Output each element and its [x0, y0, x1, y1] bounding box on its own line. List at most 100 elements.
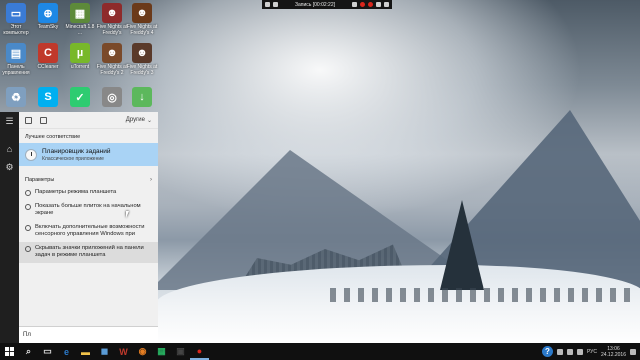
tray-up-arrow-icon[interactable] — [556, 348, 563, 355]
record-icon[interactable] — [368, 2, 373, 7]
desktop-icon-label: Five Nights at Freddy's 3 — [126, 64, 158, 76]
desktop-icon-minecraft[interactable]: ▦ Minecraft 1.8 ... — [64, 0, 96, 36]
start-button[interactable] — [0, 343, 19, 360]
desktop-icon-this-pc[interactable]: ▭ Этот компьютер — [0, 0, 32, 36]
desktop-icon-app4[interactable]: ◎ — [96, 84, 128, 108]
settings-result-text: Скрывать значки приложений на панели зад… — [35, 244, 144, 259]
home-icon[interactable]: ⌂ — [0, 139, 19, 158]
start-menu-strip: ☰ ⌂ ⚙ — [0, 112, 19, 343]
app5-icon: ↓ — [132, 87, 152, 107]
desktop-icon-game1[interactable]: ☻ Five Nights at Freddy's — [96, 0, 128, 36]
desktop-icon-label: Minecraft 1.8 ... — [65, 24, 95, 36]
mouse-cursor-icon — [126, 211, 129, 218]
search-filter-bar: Другие ⌄ — [19, 112, 158, 129]
app-green-icon: ▦ — [157, 346, 166, 356]
clock[interactable]: 13:06 24.12.2016 — [601, 346, 626, 358]
desktop-icon-ccleaner[interactable]: C CCleaner — [32, 40, 64, 70]
skype-top-icon: ⊕ — [38, 3, 58, 23]
desktop-icon-skype[interactable]: S — [32, 84, 64, 108]
game3-icon: ☻ — [102, 43, 122, 63]
game2-icon: ☻ — [132, 3, 152, 23]
desktop-icon-app5[interactable]: ↓ — [126, 84, 158, 108]
desktop-icon-label: Панель управления — [2, 64, 30, 76]
desktop-icon-label: CCleaner — [37, 64, 59, 70]
firefox-icon: ◉ — [138, 346, 147, 356]
help-icon[interactable]: ? — [541, 346, 553, 357]
desktop-icon-skype-top[interactable]: ⊕ TeamSky — [32, 0, 64, 30]
rocks — [330, 288, 630, 302]
taskbar-explorer-button[interactable]: ▬ — [76, 343, 95, 360]
settings-section-header[interactable]: Параметры › — [19, 166, 158, 186]
camera-icon[interactable] — [376, 2, 381, 7]
pause-icon[interactable] — [352, 2, 357, 7]
taskbar-task-view-button[interactable]: ▭ — [38, 343, 57, 360]
language-indicator[interactable]: РУС — [587, 349, 597, 355]
windows-logo-icon — [5, 347, 14, 356]
utorrent-icon: µ — [70, 43, 90, 63]
taskbar-search-button[interactable]: ⌕ — [19, 343, 38, 360]
word-icon: W — [119, 346, 128, 357]
settings-result[interactable]: Параметры режима планшета — [19, 186, 158, 200]
desktop-icon-game2[interactable]: ☻ Five Nights at Freddy's 4 — [126, 0, 158, 36]
settings-result[interactable]: Включать дополнительные возможности сенс… — [19, 221, 158, 242]
taskbar-recorder-button[interactable]: ● — [190, 343, 209, 360]
desktop-icon-label: Five Nights at Freddy's 4 — [126, 24, 158, 36]
settings-result-text: Включать дополнительные возможности сенс… — [35, 223, 145, 238]
taskbar-app-dark-button[interactable]: ▣ — [171, 343, 190, 360]
desktop-icon-game4[interactable]: ☻ Five Nights at Freddy's 3 — [126, 40, 158, 76]
taskbar: ⌕ ▭ e ▬ ◼ W ◉ ▦ ▣ ● ? РУС 13:06 24.12.2016 — [0, 343, 640, 360]
desktop-icon-app3[interactable]: ✓ — [64, 84, 96, 108]
this-pc-icon: ▭ — [6, 3, 26, 23]
gear-icon[interactable]: ⚙ — [0, 158, 19, 177]
stop-record-icon[interactable] — [360, 2, 365, 7]
hamburger-icon[interactable]: ☰ — [0, 112, 19, 131]
best-match-item[interactable]: Планировщик заданий Классическое приложе… — [19, 143, 158, 166]
taskbar-word-button[interactable]: W — [114, 343, 133, 360]
taskbar-firefox-button[interactable]: ◉ — [133, 343, 152, 360]
documents-filter-icon[interactable] — [40, 116, 47, 124]
desktop-icon-control-panel[interactable]: ▤ Панель управления — [0, 40, 32, 76]
chevron-down-icon: ⌄ — [146, 117, 152, 124]
apps-filter-icon[interactable] — [25, 116, 32, 124]
ccleaner-icon: C — [38, 43, 58, 63]
other-filter-label: Другие — [125, 117, 145, 123]
explorer-icon: ▬ — [81, 346, 90, 357]
desktop-icon-utorrent[interactable]: µ uTorrent — [64, 40, 96, 70]
taskbar-edge-button[interactable]: e — [57, 343, 76, 360]
desktop-icon-label: TeamSky — [37, 24, 59, 30]
recording-bar: Запись [00:02:22] — [262, 0, 392, 9]
desktop-icon-game3[interactable]: ☻ Five Nights at Freddy's 2 — [96, 40, 128, 76]
search-icon: ⌕ — [25, 346, 32, 356]
desktop-icon-label: Этот компьютер — [3, 24, 29, 36]
recycle-icon: ♻ — [6, 87, 26, 107]
app3-icon: ✓ — [70, 87, 90, 107]
taskbar-store-button[interactable]: ◼ — [95, 343, 114, 360]
task-scheduler-icon — [25, 148, 37, 161]
taskbar-apps: ⌕ ▭ e ▬ ◼ W ◉ ▦ ▣ ● — [19, 343, 209, 360]
recorder-menu-icon[interactable] — [265, 2, 270, 7]
game1-icon: ☻ — [102, 3, 122, 23]
best-match-type: Классическое приложение — [42, 155, 104, 162]
other-filter-dropdown[interactable]: Другие ⌄ — [126, 117, 152, 124]
settings-result[interactable]: Скрывать значки приложений на панели зад… — [19, 241, 158, 263]
system-tray: ? РУС 13:06 24.12.2016 — [541, 346, 640, 358]
close-icon[interactable] — [384, 2, 389, 7]
recording-timer: Запись [00:02:22] — [294, 1, 336, 8]
minecraft-icon: ▦ — [70, 3, 90, 23]
best-match-name: Планировщик заданий — [42, 147, 111, 155]
notifications-icon[interactable] — [630, 348, 636, 355]
app4-icon: ◎ — [102, 87, 122, 107]
search-results-panel: Другие ⌄ Лучшее соответствие Планировщик… — [19, 112, 158, 343]
taskbar-app-green-button[interactable]: ▦ — [152, 343, 171, 360]
network-icon[interactable] — [566, 348, 573, 355]
desktop-icon-label: uTorrent — [70, 64, 90, 70]
desktop-icon-recycle[interactable]: ♻ — [0, 84, 32, 108]
settings-gear-icon — [25, 224, 31, 231]
settings-result[interactable]: Показать больше плиток на начальном экра… — [19, 200, 158, 221]
recorder-settings-icon[interactable] — [273, 2, 278, 7]
volume-icon[interactable] — [576, 348, 583, 355]
settings-gear-icon — [25, 190, 31, 196]
recorder-icon: ● — [196, 345, 203, 356]
search-input[interactable]: Пл — [19, 326, 158, 343]
settings-result-text: Показать больше плиток на начальном экра… — [35, 202, 141, 217]
